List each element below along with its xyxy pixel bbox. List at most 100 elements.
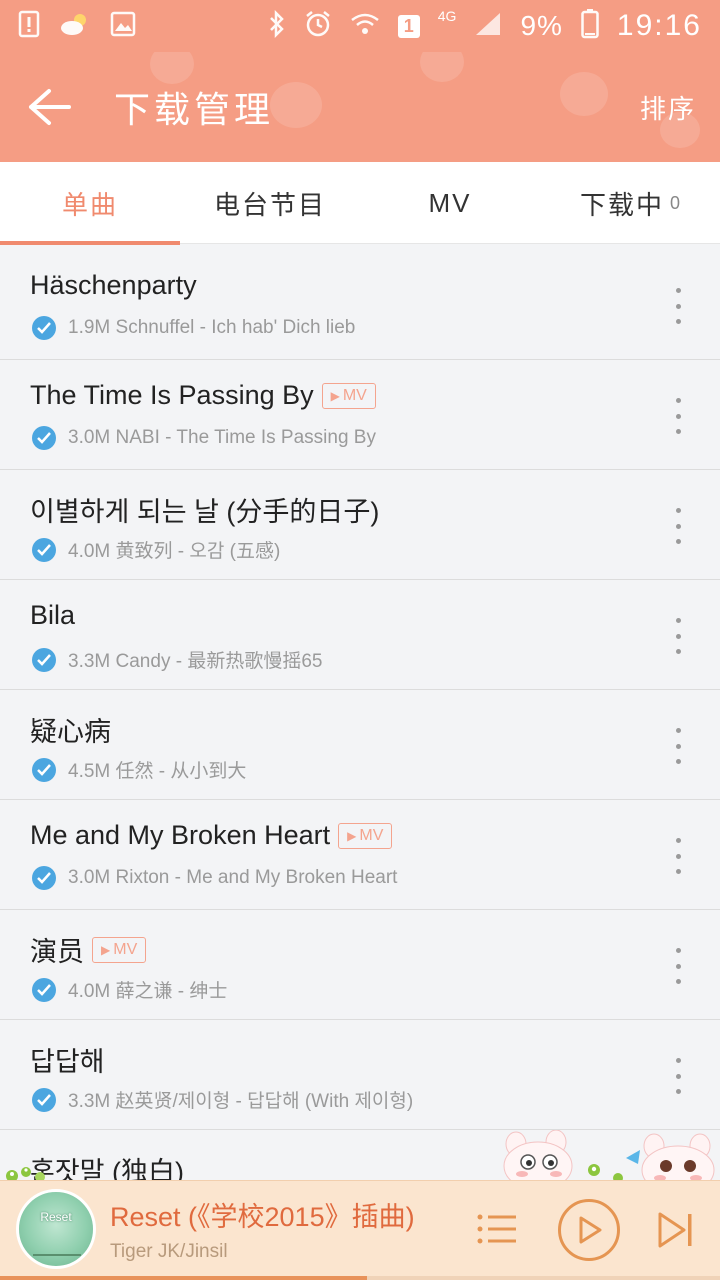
downloaded-check-icon	[32, 316, 56, 340]
network-type: 4G	[437, 8, 457, 24]
song-title-row: Bila	[30, 600, 75, 631]
list-item[interactable]: 답답해 3.3M 赵英贤/제이형 - 답답해 (With 제이형)	[0, 1020, 720, 1130]
playlist-button[interactable]	[476, 1209, 520, 1249]
song-meta: 4.0M 薛之谦 - 绅士	[68, 981, 228, 1002]
tab-label: 单曲	[61, 189, 118, 220]
more-options-icon[interactable]	[666, 948, 690, 984]
downloading-count: 0	[670, 192, 681, 213]
downloaded-check-icon	[32, 537, 56, 562]
song-meta-row: 3.0M NABI - The Time Is Passing By	[32, 426, 376, 450]
more-options-icon[interactable]	[666, 508, 690, 544]
battery-icon	[581, 9, 599, 43]
tab-label: 下载中	[579, 189, 664, 220]
list-item[interactable]: Häschenparty 1.9M Schnuffel - Ich hab' D…	[0, 250, 720, 360]
back-arrow-icon	[29, 89, 71, 125]
more-options-icon[interactable]	[666, 838, 690, 874]
track-title: Reset (《学校2015》插曲)	[110, 1202, 415, 1232]
paw-decoration	[270, 82, 322, 128]
song-meta-row: 4.5M 任然 - 从小到大	[32, 756, 246, 783]
tab-bar: 单曲 电台节目 MV 下载中 0	[0, 162, 720, 245]
tab-label: MV	[428, 187, 472, 218]
more-options-icon[interactable]	[666, 288, 690, 324]
more-options-icon[interactable]	[666, 1058, 690, 1094]
list-item[interactable]: 이별하게 되는 날 (分手的日子) 4.0M 黄致列 - 오감 (五感)	[0, 470, 720, 580]
skip-next-icon	[658, 1212, 692, 1248]
song-meta: 3.0M Rixton - Me and My Broken Heart	[68, 867, 398, 888]
downloaded-check-icon	[32, 426, 56, 450]
song-meta-row: 3.0M Rixton - Me and My Broken Heart	[32, 866, 397, 890]
tab-singles[interactable]: 单曲	[0, 162, 180, 245]
song-title-row: Me and My Broken Heart ▶ MV	[30, 820, 393, 851]
song-title: Bila	[30, 600, 76, 630]
alert-icon	[18, 10, 40, 42]
play-triangle-icon: ▶	[330, 388, 340, 403]
list-item[interactable]: 疑心病 4.5M 任然 - 从小到大	[0, 690, 720, 800]
song-meta: 3.0M NABI - The Time Is Passing By	[68, 427, 376, 448]
alarm-icon	[304, 10, 332, 42]
app-bar: 下载管理 排序	[0, 52, 720, 162]
song-title-row: Häschenparty	[30, 270, 197, 301]
image-icon	[110, 11, 136, 41]
list-item[interactable]: Bila 3.3M Candy - 最新热歌慢摇65	[0, 580, 720, 690]
song-title-row: 답답해	[30, 1040, 105, 1079]
playback-progress-fill	[0, 1276, 368, 1280]
song-title: 이별하게 되는 날 (分手的日子)	[30, 497, 380, 527]
more-options-icon[interactable]	[666, 618, 690, 654]
downloaded-check-icon	[32, 977, 56, 1002]
playlist-icon	[477, 1214, 516, 1244]
track-artist: Tiger JK/Jinsil	[110, 1241, 228, 1262]
next-track-button[interactable]	[656, 1211, 696, 1249]
song-list: Häschenparty 1.9M Schnuffel - Ich hab' D…	[0, 250, 720, 1180]
song-title: 답답해	[30, 1047, 105, 1077]
song-title: The Time Is Passing By	[30, 380, 314, 410]
song-title: 疑心病	[30, 717, 111, 747]
page-title: 下载管理	[114, 89, 275, 130]
song-meta: 1.9M Schnuffel - Ich hab' Dich lieb	[68, 317, 356, 338]
play-icon	[579, 1216, 602, 1244]
song-title: Me and My Broken Heart	[30, 820, 331, 850]
album-art[interactable]: Reset	[16, 1189, 96, 1269]
song-meta-row: 1.9M Schnuffel - Ich hab' Dich lieb	[32, 316, 355, 340]
song-meta-row: 3.3M 赵英贤/제이형 - 답답해 (With 제이형)	[32, 1086, 413, 1113]
downloaded-check-icon	[32, 647, 56, 672]
song-meta: 4.5M 任然 - 从小到大	[68, 761, 247, 782]
mv-tag[interactable]: ▶ MV	[92, 936, 147, 963]
tab-downloading[interactable]: 下载中 0	[540, 162, 720, 244]
play-button[interactable]	[558, 1199, 620, 1261]
more-options-icon[interactable]	[666, 398, 690, 434]
battery-percent: 9%	[520, 10, 563, 41]
list-item[interactable]: Me and My Broken Heart ▶ MV 3.0M Rixton -…	[0, 800, 720, 910]
more-options-icon[interactable]	[666, 728, 690, 764]
play-triangle-icon: ▶	[101, 942, 111, 957]
song-meta: 4.0M 黄致列 - 오감 (五感)	[68, 541, 281, 562]
back-button[interactable]	[24, 82, 74, 132]
status-left	[18, 10, 136, 42]
mv-tag-label: MV	[113, 940, 138, 958]
status-bar: 1 4G 9% 19:16	[0, 0, 720, 52]
song-title-row: 疑心病	[30, 710, 111, 749]
song-meta-row: 4.0M 薛之谦 - 绅士	[32, 976, 227, 1003]
play-triangle-icon: ▶	[347, 828, 357, 843]
downloaded-check-icon	[32, 1087, 56, 1112]
mv-tag[interactable]: ▶ MV	[338, 822, 393, 849]
mv-tag-label: MV	[342, 386, 367, 404]
tab-radio[interactable]: 电台节目	[180, 162, 360, 244]
list-item[interactable]: The Time Is Passing By ▶ MV 3.0M NABI - T…	[0, 360, 720, 470]
sim-badge: 1	[397, 14, 420, 38]
song-title-row: The Time Is Passing By ▶ MV	[30, 380, 376, 411]
mini-player[interactable]: Reset Reset (《学校2015》插曲) Tiger JK/Jinsil	[0, 1180, 720, 1280]
tab-mv[interactable]: MV	[360, 162, 540, 244]
wifi-icon	[350, 12, 380, 40]
clock: 19:16	[616, 9, 702, 42]
mv-tag[interactable]: ▶ MV	[321, 382, 376, 409]
song-title-row: 이별하게 되는 날 (分手的日子)	[30, 490, 379, 529]
signal-icon	[474, 11, 502, 41]
paw-decoration	[420, 52, 464, 82]
downloaded-check-icon	[32, 866, 56, 890]
sort-button[interactable]: 排序	[640, 89, 696, 126]
song-title: 演员	[30, 937, 84, 967]
list-item[interactable]: 演员 ▶ MV 4.0M 薛之谦 - 绅士	[0, 910, 720, 1020]
song-title-row: 演员 ▶ MV	[30, 930, 147, 969]
album-art-figures	[33, 1234, 81, 1256]
mv-tag-label: MV	[359, 826, 384, 844]
